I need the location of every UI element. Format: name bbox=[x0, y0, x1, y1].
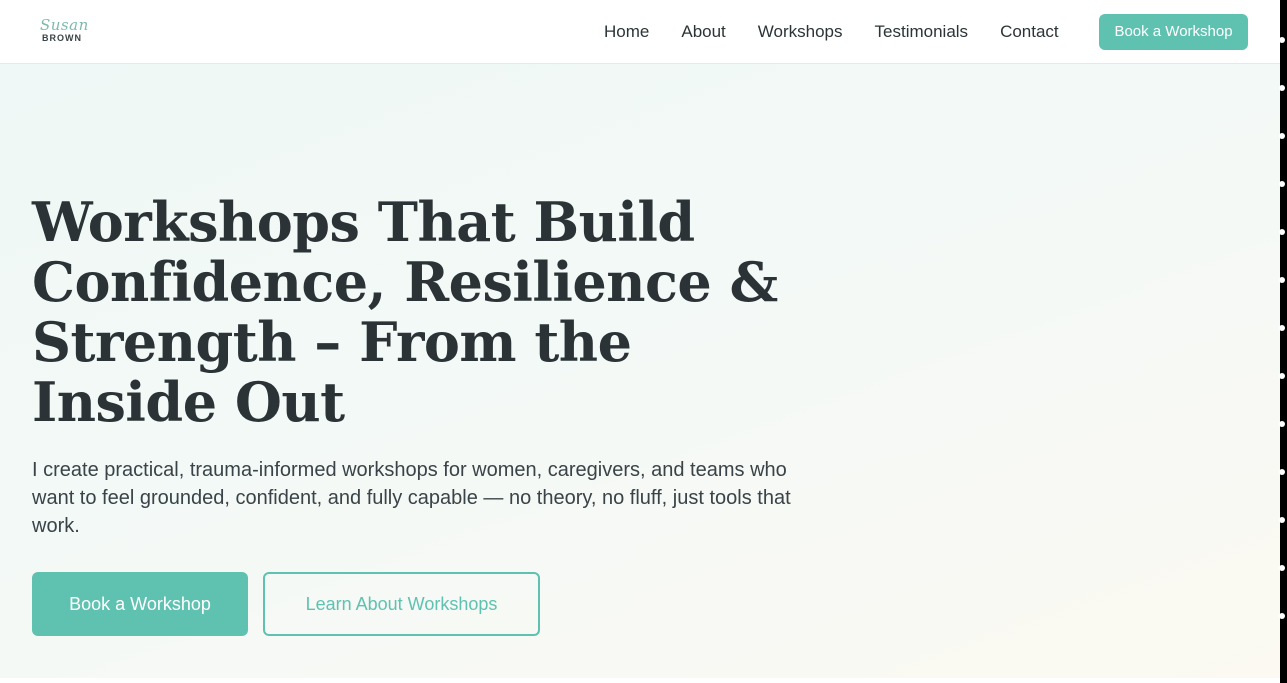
scrollbar-marker bbox=[1279, 133, 1285, 139]
logo[interactable]: Susan BROWN bbox=[40, 16, 90, 48]
nav-about[interactable]: About bbox=[681, 20, 725, 44]
scrollbar-marker bbox=[1279, 181, 1285, 187]
scrollbar-marker bbox=[1279, 469, 1285, 475]
nav-testimonials[interactable]: Testimonials bbox=[875, 20, 969, 44]
book-workshop-button[interactable]: Book a Workshop bbox=[32, 572, 248, 636]
logo-script-text: Susan bbox=[40, 16, 89, 34]
main-nav: Home About Workshops Testimonials Contac… bbox=[604, 20, 1091, 44]
hero-section: Workshops That Build Confidence, Resilie… bbox=[0, 64, 1280, 678]
site-header: Susan BROWN Home About Workshops Testimo… bbox=[0, 0, 1280, 64]
page: Susan BROWN Home About Workshops Testimo… bbox=[0, 0, 1287, 683]
header-book-workshop-button[interactable]: Book a Workshop bbox=[1099, 14, 1248, 50]
scrollbar-marker bbox=[1279, 85, 1285, 91]
scrollbar-marker bbox=[1279, 517, 1285, 523]
scrollbar-marker bbox=[1279, 565, 1285, 571]
scrollbar-marker bbox=[1279, 37, 1285, 43]
scrollbar-marker bbox=[1279, 277, 1285, 283]
scrollbar-marker bbox=[1279, 421, 1285, 427]
section-divider bbox=[0, 678, 1280, 683]
scrollbar-marker bbox=[1279, 229, 1285, 235]
nav-home[interactable]: Home bbox=[604, 20, 649, 44]
nav-workshops[interactable]: Workshops bbox=[758, 20, 843, 44]
scrollbar-marker bbox=[1279, 325, 1285, 331]
nav-contact[interactable]: Contact bbox=[1000, 20, 1059, 44]
scrollbar-marker bbox=[1279, 373, 1285, 379]
scrollbar-track[interactable] bbox=[1280, 0, 1287, 683]
hero-subtitle: I create practical, trauma-informed work… bbox=[32, 459, 791, 537]
logo-name-text: BROWN bbox=[42, 33, 82, 43]
scrollbar-marker bbox=[1279, 613, 1285, 619]
hero-title: Workshops That Build Confidence, Resilie… bbox=[32, 190, 778, 434]
learn-about-workshops-button[interactable]: Learn About Workshops bbox=[263, 572, 540, 636]
